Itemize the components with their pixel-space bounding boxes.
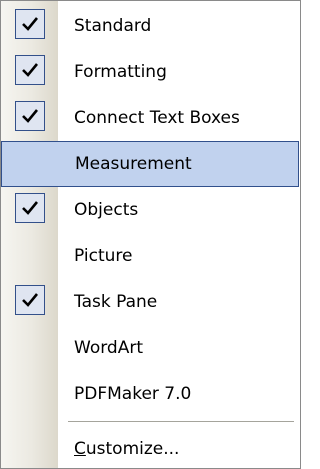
check-mark-icon [15,285,45,315]
menu-item-objects[interactable]: Objects [1,187,300,233]
menu-item-label: WordArt [74,338,143,358]
menu-item-label: Measurement [75,154,192,174]
menu-item-measurement[interactable]: Measurement [1,141,299,187]
menu-item-task-pane[interactable]: Task Pane [1,279,300,325]
check-mark-icon [15,9,45,39]
menu-item-standard[interactable]: Standard [1,3,300,49]
menu-item-label: Objects [74,200,139,220]
check-mark-icon [15,101,45,131]
menu-item-customize[interactable]: Customize... [1,426,300,468]
menu-item-label: Picture [74,246,133,266]
mnemonic-letter: C [74,439,86,459]
menu-item-label: Customize... [74,426,180,468]
menu-item-label: PDFMaker 7.0 [74,384,192,404]
menu-separator [1,417,300,426]
menu-item-picture[interactable]: Picture [1,233,300,279]
menu-items: Standard Formatting Connect Text Boxes M… [1,3,300,468]
menu-item-wordart[interactable]: WordArt [1,325,300,371]
check-mark-icon [15,55,45,85]
menu-item-label: Connect Text Boxes [74,108,240,128]
menu-item-connect-text-boxes[interactable]: Connect Text Boxes [1,95,300,141]
label-rest: ustomize... [85,439,180,459]
toolbars-context-menu: Standard Formatting Connect Text Boxes M… [0,0,301,469]
separator-line [68,421,294,422]
menu-item-label: Task Pane [74,292,158,312]
menu-item-label: Formatting [74,62,167,82]
menu-item-label: Standard [74,16,152,36]
menu-item-formatting[interactable]: Formatting [1,49,300,95]
menu-item-pdfmaker[interactable]: PDFMaker 7.0 [1,371,300,417]
check-mark-icon [15,193,45,223]
